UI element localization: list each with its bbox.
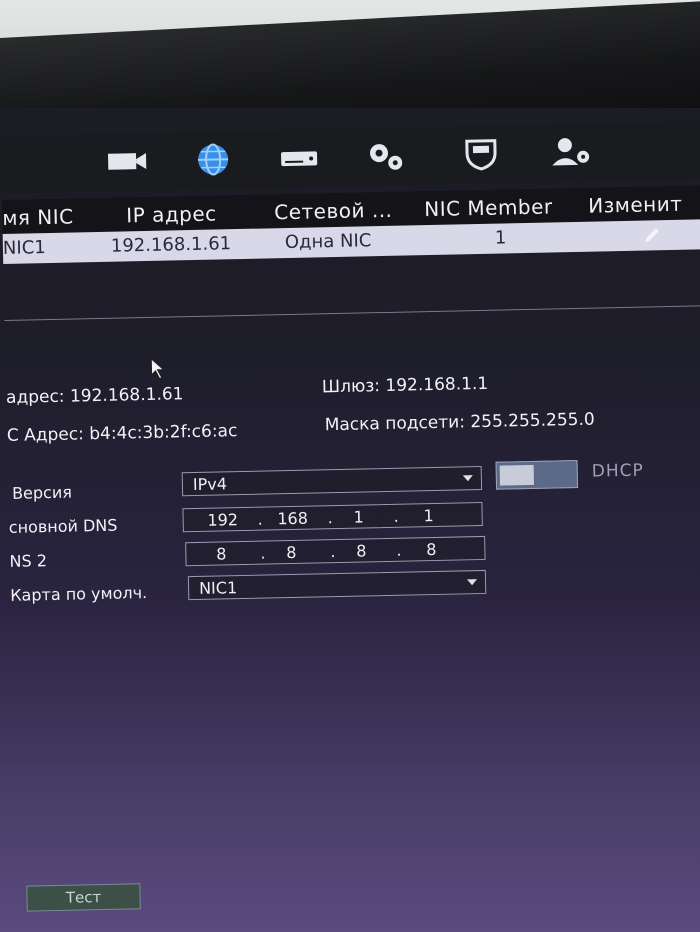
security-shield-icon[interactable]: [459, 135, 504, 172]
network-globe-icon[interactable]: [191, 141, 236, 178]
main-toolbar: [0, 121, 700, 194]
cell-mode: Одна NIC: [284, 230, 372, 254]
version-label: Версия: [11, 482, 73, 503]
cell-ip: 192.168.1.61: [110, 233, 232, 257]
screen-content: мя NIC IP адрес Сетевой ... NIC Member И…: [0, 108, 700, 932]
mouse-cursor-icon: [150, 357, 165, 380]
default-card-value: NIC1: [198, 578, 238, 598]
dhcp-label: DHCP: [591, 460, 644, 482]
dot: .: [396, 540, 402, 560]
dns1-octet-3[interactable]: 1: [333, 507, 383, 527]
col-nic-name[interactable]: мя NIC: [2, 204, 74, 229]
toggle-knob: [499, 464, 535, 486]
dot: .: [327, 508, 333, 528]
dns1-label: сновной DNS: [8, 515, 118, 537]
dns2-input[interactable]: 8 . 8 . 8 . 8: [185, 535, 486, 567]
storage-icon[interactable]: [277, 139, 322, 176]
dns2-octet-1[interactable]: 8: [196, 544, 246, 564]
ip-address-info: адрес: 192.168.1.61: [5, 384, 184, 408]
mac-address-info: С Адрес: b4:4c:3b:2f:c6:ac: [6, 421, 238, 446]
col-network-mode[interactable]: Сетевой ...: [274, 198, 393, 224]
dot: .: [330, 542, 336, 562]
col-ip-address[interactable]: IP адрес: [126, 201, 217, 227]
settings-gears-icon[interactable]: [363, 137, 408, 174]
ip-version-value: IPv4: [192, 474, 228, 495]
default-card-select[interactable]: NIC1: [187, 569, 487, 601]
subnet-mask-info: Маска подсети: 255.255.255.0: [324, 409, 595, 436]
dns1-input[interactable]: 192 . 168 . 1 . 1: [182, 501, 483, 533]
dhcp-toggle[interactable]: [495, 459, 579, 490]
camera-icon[interactable]: [105, 143, 150, 180]
dns2-octet-4[interactable]: 8: [406, 540, 456, 560]
gateway-info: Шлюз: 192.168.1.1: [321, 373, 489, 398]
default-card-label: Карта по умолч.: [10, 583, 148, 605]
dns2-label: NS 2: [9, 551, 48, 571]
chevron-down-icon: [466, 579, 478, 586]
edit-pencil-icon[interactable]: [643, 226, 661, 244]
cell-member: 1: [494, 227, 507, 249]
section-divider: [4, 305, 700, 321]
col-edit[interactable]: Изменит: [588, 192, 683, 218]
monitor-screen: мя NIC IP адрес Сетевой ... NIC Member И…: [0, 108, 700, 932]
account-icon[interactable]: [549, 134, 594, 171]
dns2-octet-3[interactable]: 8: [336, 541, 386, 561]
dns1-octet-1[interactable]: 192: [197, 510, 247, 530]
dns1-octet-2[interactable]: 168: [267, 508, 317, 529]
cell-nic: NIC1: [2, 237, 46, 259]
dot: .: [257, 509, 263, 529]
dot: .: [260, 543, 266, 563]
dns2-octet-2[interactable]: 8: [266, 542, 316, 562]
test-button[interactable]: Тест: [26, 883, 141, 912]
dot: .: [393, 506, 399, 526]
col-nic-member[interactable]: NIC Member: [424, 194, 553, 221]
dns1-octet-4[interactable]: 1: [403, 506, 453, 526]
ip-version-select[interactable]: IPv4: [181, 465, 483, 497]
chevron-down-icon: [462, 475, 473, 482]
